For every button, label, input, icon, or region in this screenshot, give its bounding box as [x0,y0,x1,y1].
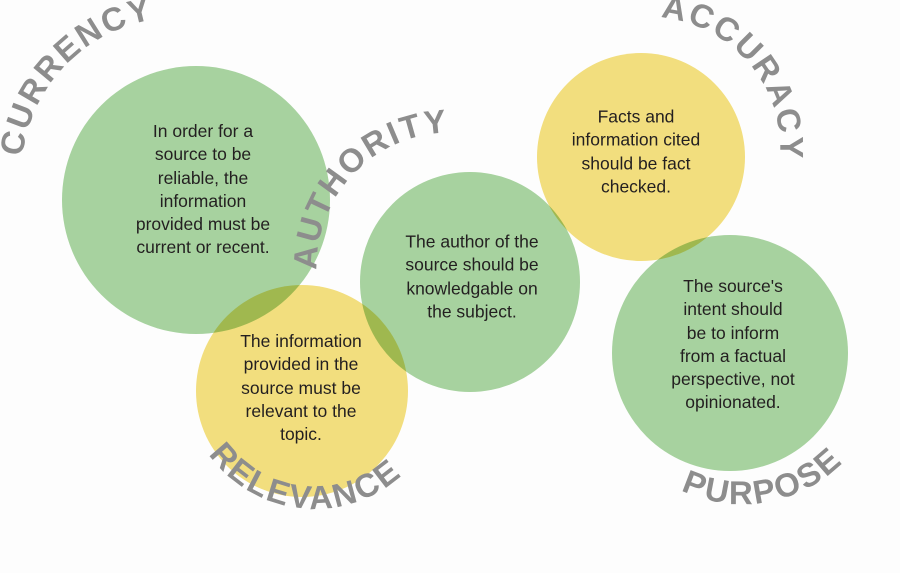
craap-test-diagram: CURRENCY RELEVANCE AUTHORITY ACCURACY PU… [0,0,900,573]
circle-shape-purpose [612,235,848,471]
circle-shape-accuracy [537,53,745,261]
craap-circles-svg: CURRENCY RELEVANCE AUTHORITY ACCURACY PU… [0,0,848,516]
circle-shape-group [62,53,848,497]
circle-shape-authority [360,172,580,392]
